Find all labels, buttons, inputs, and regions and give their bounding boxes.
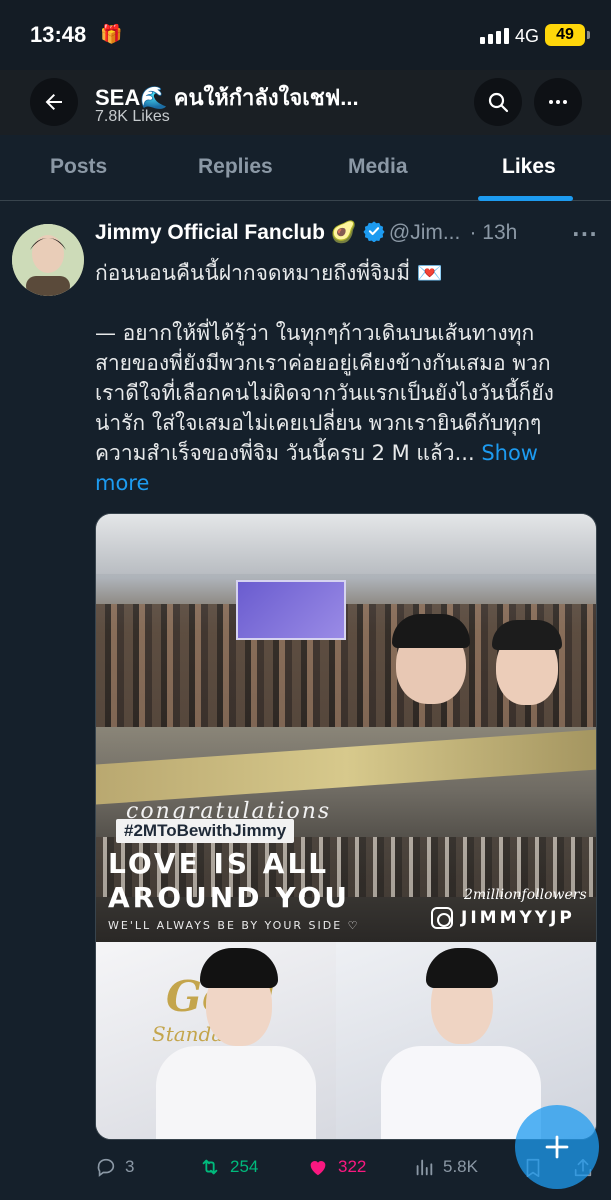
tweet-line: ความสำเร็จของพี่จิม วันนี้ครบ 2 M แล้ว..… [95,441,475,465]
back-arrow-icon [45,94,62,110]
show-more-link[interactable]: Show [481,441,538,465]
tweet-more-icon[interactable]: ··· [572,222,598,246]
tweet-time: · 13h [469,221,518,244]
love-line-2: AROUND YOU [108,881,351,914]
status-time: 13:48 [30,22,87,47]
tweet-handle[interactable]: @Jim... [389,221,460,244]
tweet-line: สายของพี่ยังมีพวกเราค่อยอยู่เคียงข้างกัน… [95,351,551,375]
status-bar: 13:48 🎁 4G 49 [0,0,611,70]
network-type: 4G [515,26,540,46]
side-line: WE'LL ALWAYS BE BY YOUR SIDE ♡ [108,919,360,932]
views-icon [416,1159,433,1176]
back-button[interactable] [30,78,78,126]
tab-media[interactable]: Media [348,155,408,179]
reply-icon [97,1158,115,1177]
reply-count: 3 [125,1157,135,1176]
avatar-image [12,224,84,296]
tweet-media-image[interactable]: congratulations #2MToBewithJimmy LOVE IS… [95,513,597,1140]
tweet-line-last: ความสำเร็จของพี่จิม วันนี้ครบ 2 M แล้ว..… [95,438,595,468]
tweet-line: — อยากให้พี่ได้รู้ว่า ในทุกๆก้าวเดินบนเส… [95,321,535,345]
tweet-author[interactable]: Jimmy Official Fanclub 🥑 [95,221,357,244]
tab-posts[interactable]: Posts [50,155,107,179]
signal-icon [480,28,509,44]
verified-badge-icon [363,221,385,242]
event-crowd-photo [96,514,596,727]
tweet-line: more [95,468,595,498]
mall-event-photo: congratulations #2MToBewithJimmy LOVE IS… [96,727,596,942]
retweet-button[interactable]: 254 [198,1156,258,1178]
like-count: 322 [338,1157,367,1176]
tab-likes[interactable]: Likes [502,155,556,179]
instagram-icon [431,907,453,929]
tweet-header: Jimmy Official Fanclub 🥑 @Jim... · 13h [95,220,555,250]
tweet-line: เราดีใจที่เลือกคนไม่ผิดจากวันแรกเป็นยังไ… [95,381,554,405]
profile-header: SEA🌊 คนให้กำลังใจเชฟ... 7.8K Likes [0,70,611,135]
plus-icon [545,1135,569,1159]
tweet-line: น่ารัก ใส่ใจเสมอไม่เคยเปลี่ยน พวกเรายินด… [95,411,542,435]
likes-count: 7.8K Likes [95,108,170,125]
profile-tabs: Posts Replies Media Likes [0,135,611,201]
tweet-text: ก่อนนอนคืนนี้ฝากจดหมายถึงพี่จิมมี่ 💌 — อ… [95,258,595,498]
compose-button[interactable] [515,1105,599,1189]
portrait-photos: Gold Standard [96,942,596,1139]
search-button[interactable] [474,78,522,126]
show-more-link-cont[interactable]: more [95,471,149,495]
views-count: 5.8K [443,1157,478,1176]
followers-text: 2millionfollowers [464,887,587,903]
search-icon [488,92,509,113]
active-tab-indicator [478,196,573,201]
heart-icon [310,1161,326,1176]
retweet-count: 254 [230,1157,259,1176]
tweet-line [95,288,595,318]
avatar[interactable] [12,224,84,296]
ig-handle: JIMMYYJP [461,908,575,928]
views-button[interactable]: 5.8K [413,1156,478,1178]
battery-level: 49 [556,26,574,43]
more-button[interactable] [534,78,582,126]
stage-screen [236,580,346,640]
gift-icon: 🎁 [100,24,123,45]
retweet-icon [202,1159,218,1175]
more-icon [549,100,567,104]
love-line-1: LOVE IS ALL [108,847,330,880]
battery-icon: 49 [545,24,590,46]
ig-handle-block: JIMMYYJP [431,907,575,929]
reply-button[interactable]: 3 [95,1156,134,1178]
like-button[interactable]: 322 [306,1156,366,1178]
tab-replies[interactable]: Replies [198,155,273,179]
hashtag-text: #2MToBewithJimmy [116,819,295,843]
tweet-line: ก่อนนอนคืนนี้ฝากจดหมายถึงพี่จิมมี่ 💌 [95,261,443,285]
